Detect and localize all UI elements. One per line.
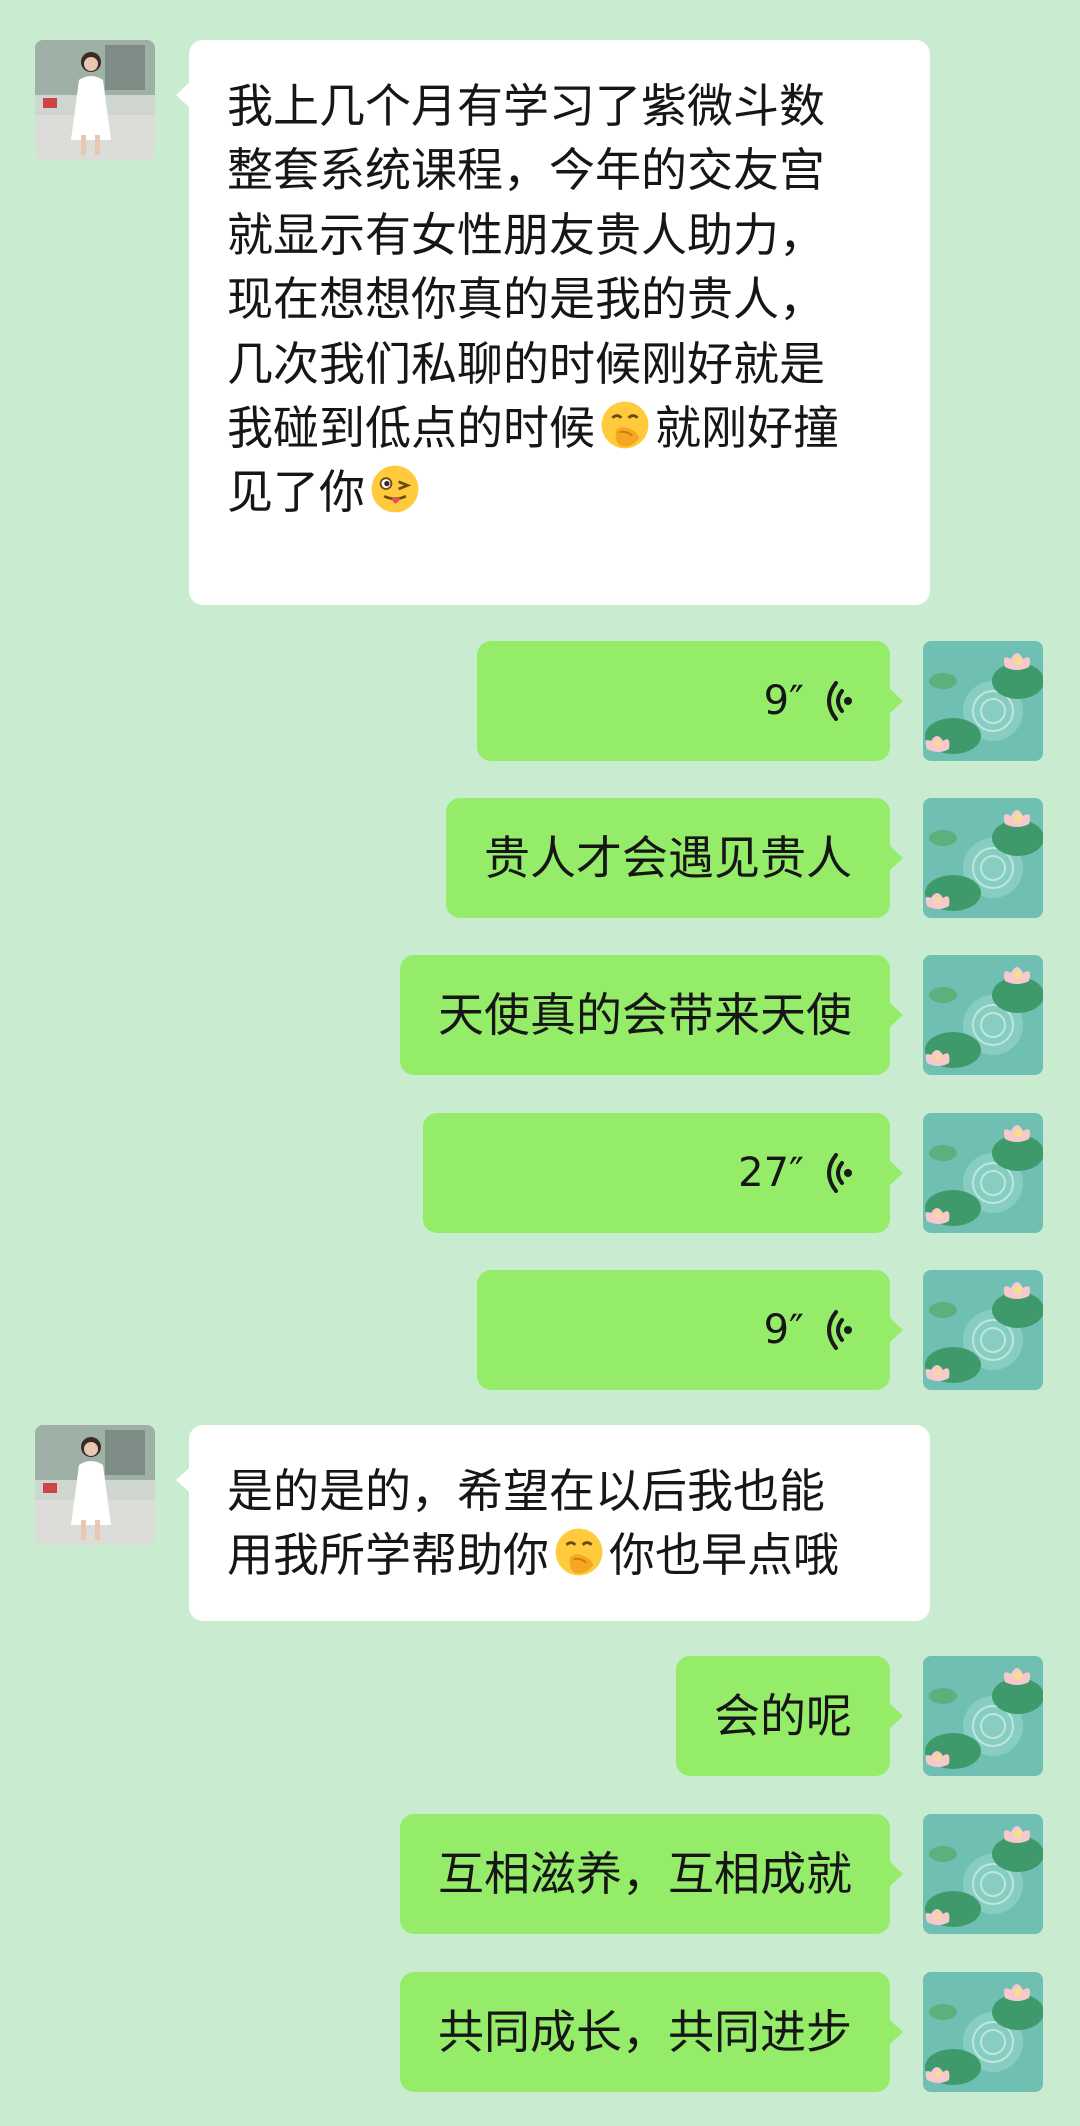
message-bubble[interactable]: 共同成长，共同进步	[400, 1972, 903, 2092]
message-line: 现在想想你真的是我的贵人，	[227, 272, 825, 327]
winking-tongue-emoji	[368, 462, 422, 516]
message-text: 用我所学帮助你	[227, 1528, 549, 1583]
chat-screen: { "messages": [ { "sender": "contact", "…	[0, 0, 1080, 2126]
message-bubble[interactable]: 是的是的，希望在以后我也能 用我所学帮助你 你也早点哦	[176, 1425, 930, 1621]
message-line: 是的是的，希望在以后我也能	[227, 1464, 825, 1518]
contact-avatar[interactable]	[35, 40, 155, 160]
my-avatar[interactable]	[923, 1270, 1043, 1390]
message-text: 会的呢	[714, 1688, 852, 1743]
voice-duration: 27″	[738, 1150, 804, 1196]
message-bubble[interactable]: 互相滋养，互相成就	[400, 1814, 903, 1934]
message-bubble[interactable]: 贵人才会遇见贵人	[446, 798, 903, 918]
voice-wave-icon	[816, 1308, 852, 1352]
message-line: 我碰到低点的时候 就刚好撞	[227, 396, 894, 460]
my-avatar[interactable]	[923, 798, 1043, 918]
my-avatar[interactable]	[923, 641, 1043, 761]
message-line: 就显示有女性朋友贵人助力，	[227, 207, 825, 262]
my-avatar[interactable]	[923, 955, 1043, 1075]
voice-duration: 9″	[763, 1307, 804, 1353]
voice-wave-icon	[816, 1151, 852, 1195]
message-line: 我上几个月有学习了紫微斗数	[227, 79, 825, 133]
my-avatar[interactable]	[923, 1972, 1043, 2092]
message-line: 几次我们私聊的时候刚好就是	[227, 336, 825, 391]
message-text: 天使真的会带来天使	[438, 987, 852, 1042]
message-bubble[interactable]: 我上几个月有学习了紫微斗数 整套系统课程，今年的交友宫 就显示有女性朋友贵人助力…	[176, 40, 930, 605]
voice-message[interactable]: 9″	[477, 641, 903, 761]
message-bubble[interactable]: 会的呢	[676, 1656, 903, 1776]
voice-message[interactable]: 27″	[423, 1113, 903, 1233]
message-text: 贵人才会遇见贵人	[484, 830, 852, 885]
message-text: 共同成长，共同进步	[438, 2004, 852, 2059]
hand-over-mouth-emoji	[552, 1525, 606, 1579]
my-avatar[interactable]	[923, 1656, 1043, 1776]
message-text: 就刚好撞	[655, 400, 839, 455]
message-line: 用我所学帮助你 你也早点哦	[227, 1523, 894, 1587]
voice-duration: 9″	[763, 678, 804, 724]
my-avatar[interactable]	[923, 1113, 1043, 1233]
message-text: 互相滋养，互相成就	[438, 1846, 852, 1901]
voice-wave-icon	[816, 679, 852, 723]
voice-message[interactable]: 9″	[477, 1270, 903, 1390]
message-bubble[interactable]: 天使真的会带来天使	[400, 955, 903, 1075]
message-line: 见了你	[227, 460, 894, 524]
message-text: 你也早点哦	[609, 1528, 839, 1583]
message-line: 整套系统课程，今年的交友宫	[227, 143, 825, 198]
message-text: 见了你	[227, 465, 365, 520]
my-avatar[interactable]	[923, 1814, 1043, 1934]
hand-over-mouth-emoji	[598, 398, 652, 452]
contact-avatar[interactable]	[35, 1425, 155, 1545]
message-text: 我碰到低点的时候	[227, 400, 595, 455]
